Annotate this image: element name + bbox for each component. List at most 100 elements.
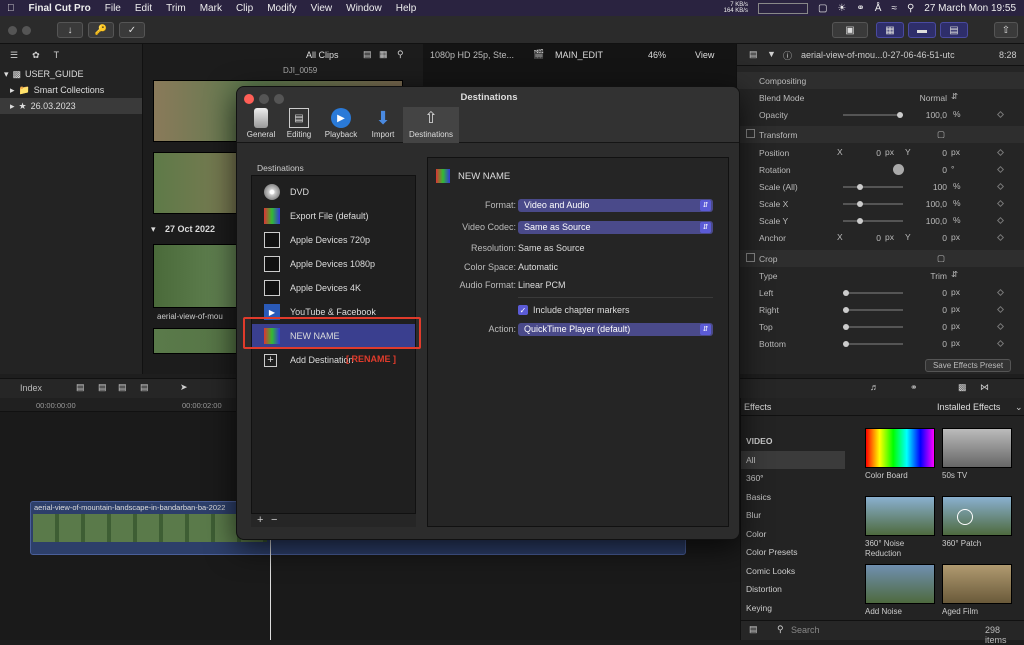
menu-clip[interactable]: Clip [229, 3, 260, 14]
import-media-button[interactable]: ↓ [57, 22, 83, 38]
effect-item-aged-film[interactable]: Aged Film [942, 564, 1012, 617]
disclosure-closed-icon[interactable]: ▸ [10, 85, 15, 96]
effect-item-360-noise-reduction[interactable]: 360° Noise Reduction [865, 496, 935, 559]
destination-dvd[interactable]: DVD [252, 180, 415, 204]
library-smart-collections[interactable]: ▸ 📁 Smart Collections [0, 82, 142, 98]
position-x-value[interactable]: 0 [857, 148, 881, 158]
menu-mark[interactable]: Mark [193, 3, 229, 14]
effect-item-360-patch[interactable]: 360° Patch [942, 496, 1012, 549]
blend-mode-popup[interactable]: Normal [887, 93, 947, 103]
effects-category[interactable]: 360° [741, 469, 845, 488]
effects-category[interactable]: Blur [741, 506, 845, 525]
keyframe-icon[interactable] [996, 233, 1005, 242]
titles-icon[interactable]: T [54, 50, 60, 60]
keyframe-icon[interactable] [996, 305, 1005, 314]
display-icon[interactable]: ▢ [818, 3, 827, 14]
crop-top-slider[interactable] [843, 324, 903, 330]
destination-apple-720p[interactable]: Apple Devices 720p [252, 228, 415, 252]
tab-playback[interactable]: ▶ Playback [319, 107, 363, 143]
browser-search-icon[interactable]: ⚲ [397, 49, 404, 60]
rotation-value[interactable]: 0 [923, 165, 947, 175]
crop-top-value[interactable]: 0 [917, 322, 947, 332]
scale-all-slider[interactable] [843, 184, 903, 190]
tab-import[interactable]: ⬇ Import [361, 107, 405, 143]
destination-add[interactable]: + Add Destination [ RENAME ] [252, 348, 415, 372]
transform-onscreen-icon[interactable]: ▢ [937, 129, 945, 140]
destination-name-field[interactable]: NEW NAME [458, 171, 510, 182]
brightness-icon[interactable]: ☀ [837, 3, 846, 14]
chapter-markers-checkbox[interactable]: ✓ [518, 305, 528, 315]
crop-left-value[interactable]: 0 [917, 288, 947, 298]
effects-category[interactable]: All [741, 450, 845, 469]
action-popup[interactable]: QuickTime Player (default) ⇵ [518, 322, 713, 336]
opacity-slider[interactable] [843, 112, 903, 118]
effects-search-input[interactable]: Search [791, 625, 820, 635]
tab-destinations[interactable]: ⇧ Destinations [403, 107, 459, 143]
opacity-value[interactable]: 100,0 [917, 110, 947, 120]
menu-edit[interactable]: Edit [128, 3, 159, 14]
tab-editing[interactable]: ▤ Editing [277, 107, 321, 143]
keyframe-icon[interactable] [996, 216, 1005, 225]
workspace-button[interactable]: ▣ [832, 22, 868, 38]
crop-checkbox[interactable] [746, 253, 755, 262]
chevron-down-icon[interactable]: ⌄ [1015, 402, 1023, 413]
crop-left-slider[interactable] [843, 290, 903, 296]
scale-y-slider[interactable] [843, 218, 903, 224]
library-user-guide[interactable]: ▾ ▩ USER_GUIDE [0, 66, 142, 82]
crop-right-value[interactable]: 0 [917, 305, 947, 315]
menu-trim[interactable]: Trim [159, 3, 193, 14]
headphones-icon[interactable]: ⚭ [856, 3, 864, 14]
scale-all-value[interactable]: 100 [917, 182, 947, 192]
select-tool-icon[interactable]: ➤ [180, 382, 188, 393]
keywords-button[interactable]: 🔑 [88, 22, 114, 38]
overwrite-clip-icon[interactable]: ▤ [140, 382, 149, 393]
apple-icon[interactable]:  [0, 3, 22, 14]
crop-bottom-slider[interactable] [843, 341, 903, 347]
menubar-datetime[interactable]: 27 March Mon 19:55 [924, 3, 1016, 14]
insert-clip-icon[interactable]: ▤ [98, 382, 107, 393]
wifi-icon[interactable]: ≈ [891, 3, 897, 14]
keyframe-icon[interactable] [996, 199, 1005, 208]
keyframe-icon[interactable] [996, 288, 1005, 297]
date-disclosure-icon[interactable]: ▾ [151, 224, 156, 235]
effects-category[interactable]: Keying [741, 599, 845, 618]
crop-right-slider[interactable] [843, 307, 903, 313]
effect-item-50s-tv[interactable]: 50s TV [942, 428, 1012, 481]
filter-inspector-icon[interactable]: ▼ [767, 49, 776, 59]
crop-type-popup[interactable]: Trim [907, 271, 947, 281]
scale-y-value[interactable]: 100,0 [913, 216, 947, 226]
keyframe-icon[interactable] [996, 182, 1005, 191]
effects-category[interactable]: Color Presets [741, 543, 845, 562]
libraries-icon[interactable]: ☰ [10, 50, 18, 61]
connect-clip-icon[interactable]: ▤ [76, 382, 85, 393]
crop-onscreen-icon[interactable]: ▢ [937, 253, 945, 264]
destination-apple-4k[interactable]: Apple Devices 4K [252, 276, 415, 300]
position-y-value[interactable]: 0 [923, 148, 947, 158]
index-button[interactable]: Index [20, 383, 42, 393]
append-clip-icon[interactable]: ▤ [118, 382, 127, 393]
transform-checkbox[interactable] [746, 129, 755, 138]
menu-window[interactable]: Window [339, 3, 389, 14]
disclosure-open-icon[interactable]: ▾ [4, 69, 9, 80]
codec-popup[interactable]: Same as Source ⇵ [518, 220, 713, 234]
effect-item-add-noise[interactable]: Add Noise [865, 564, 935, 617]
show-inspector-button[interactable]: ▤ [940, 22, 968, 38]
destination-apple-1080p[interactable]: Apple Devices 1080p [252, 252, 415, 276]
effect-item-color-board[interactable]: Color Board [865, 428, 935, 481]
clip-filter-menu[interactable]: All Clips [306, 50, 339, 60]
save-effects-preset-button[interactable]: Save Effects Preset [925, 359, 1011, 372]
effects-category[interactable]: Basics [741, 488, 845, 507]
keyframe-icon[interactable] [996, 165, 1005, 174]
transitions-browser-icon[interactable]: ⋈ [980, 382, 989, 393]
info-inspector-icon[interactable]: ⓘ [783, 49, 792, 62]
filmstrip-view-icon[interactable]: ▤ [363, 49, 372, 60]
compositing-section[interactable]: Compositing [737, 72, 1024, 89]
sidebar-toggle-icon[interactable]: ▤ [749, 624, 758, 635]
keyframe-icon[interactable] [996, 322, 1005, 331]
menu-help[interactable]: Help [389, 3, 424, 14]
audio-skimming-icon[interactable]: ♬ [870, 382, 879, 392]
anchor-y-value[interactable]: 0 [923, 233, 947, 243]
scale-x-value[interactable]: 100,0 [913, 199, 947, 209]
show-timeline-button[interactable]: ▬ [908, 22, 936, 38]
installed-effects-menu[interactable]: Installed Effects [937, 402, 1000, 412]
